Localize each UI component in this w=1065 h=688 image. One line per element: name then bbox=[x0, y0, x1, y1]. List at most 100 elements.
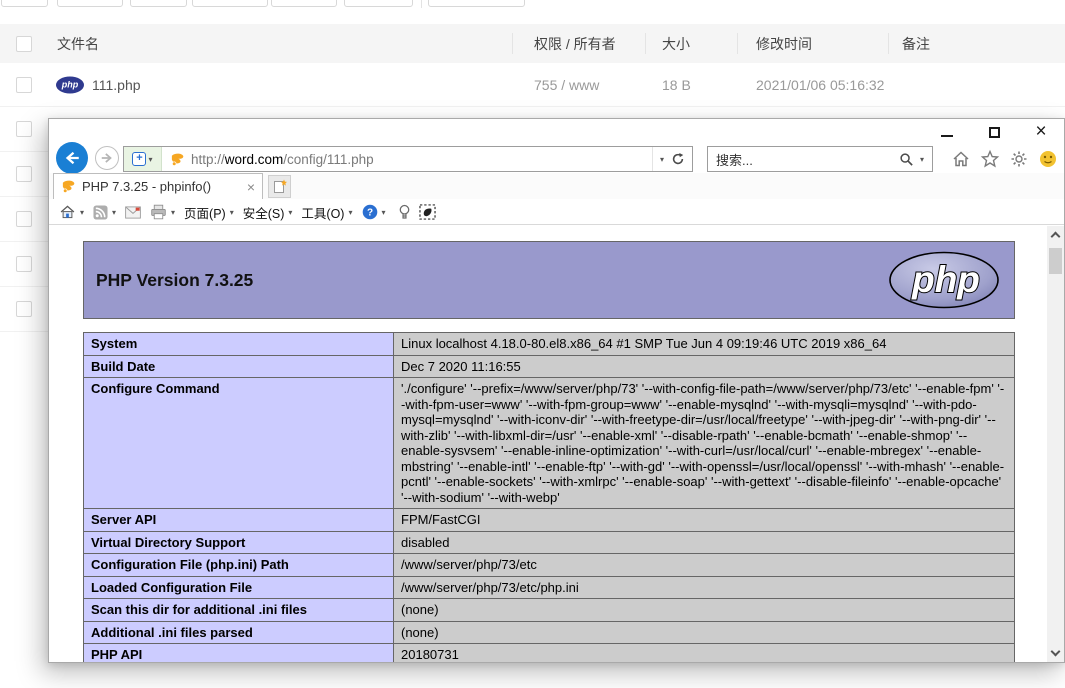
chevron-down-icon: ▾ bbox=[80, 207, 85, 217]
browser-chrome: × + ▾ http://word.com/config/111.php ▾ 搜… bbox=[49, 119, 1064, 225]
toolbar-button[interactable] bbox=[1, 0, 48, 7]
search-box[interactable]: 搜索... ▾ bbox=[707, 146, 933, 172]
row-checkbox[interactable] bbox=[16, 76, 32, 93]
site-zone-button[interactable]: + ▾ bbox=[124, 147, 162, 171]
toolbar-button[interactable] bbox=[130, 0, 187, 7]
feeds-button[interactable]: ▾ bbox=[93, 204, 116, 220]
feedback-smiley-icon[interactable] bbox=[1038, 149, 1058, 169]
row-checkbox[interactable] bbox=[16, 256, 32, 272]
snip-icon bbox=[418, 204, 436, 220]
column-divider bbox=[888, 33, 889, 54]
row-checkbox[interactable] bbox=[16, 166, 32, 182]
phpinfo-label: Configuration File (php.ini) Path bbox=[83, 553, 394, 577]
toolbar-button[interactable] bbox=[57, 0, 123, 7]
chevron-down-icon: ▾ bbox=[171, 207, 176, 217]
page-menu-label: 页面(P) bbox=[184, 206, 226, 221]
address-bar-actions: ▾ bbox=[651, 147, 692, 171]
shield-plus-icon: + bbox=[132, 152, 147, 166]
header-icons bbox=[951, 149, 1058, 169]
phpinfo-value: (none) bbox=[393, 598, 1015, 622]
close-button[interactable]: × bbox=[1034, 122, 1048, 141]
tab-bar: PHP 7.3.25 - phpinfo() × bbox=[49, 173, 1064, 199]
toolbar-search-box[interactable] bbox=[428, 0, 525, 7]
search-icon[interactable] bbox=[899, 152, 914, 167]
phpinfo-row: Configuration File (php.ini) Path/www/se… bbox=[83, 553, 1015, 577]
phpinfo-row: Virtual Directory Support disabled bbox=[83, 530, 1015, 554]
help-icon: ? bbox=[362, 204, 377, 220]
minimize-button[interactable] bbox=[940, 125, 954, 139]
toolbar-button[interactable] bbox=[271, 0, 337, 7]
vertical-scrollbar[interactable] bbox=[1047, 226, 1064, 662]
phpinfo-row: Build Date Dec 7 2020 11:16:55 bbox=[83, 354, 1015, 378]
chevron-down-icon: ▾ bbox=[288, 207, 293, 217]
file-row[interactable]: php 111.php 755 / www 18 B 2021/01/06 05… bbox=[0, 63, 1065, 107]
phpinfo-report: PHP Version 7.3.25 php System Linux loca… bbox=[83, 241, 1015, 662]
url-protocol: http:// bbox=[191, 151, 225, 167]
maximize-button[interactable] bbox=[987, 125, 1001, 139]
select-all-checkbox[interactable] bbox=[16, 35, 32, 52]
tab-close-icon[interactable]: × bbox=[247, 179, 255, 195]
tools-menu-label: 工具(O) bbox=[301, 206, 345, 221]
browser-window: × + ▾ http://word.com/config/111.php ▾ 搜… bbox=[48, 118, 1065, 663]
home-menu-button[interactable]: ▾ bbox=[59, 204, 84, 220]
new-tab-button[interactable] bbox=[268, 175, 291, 198]
search-dropdown-icon[interactable]: ▾ bbox=[920, 155, 924, 164]
tools-menu[interactable]: 工具(O) ▾ bbox=[301, 203, 352, 222]
scroll-up-button[interactable] bbox=[1047, 226, 1064, 243]
phpinfo-row: Server API FPM/FastCGI bbox=[83, 508, 1015, 532]
phpinfo-label: Scan this dir for additional .ini files bbox=[83, 598, 394, 622]
refresh-icon[interactable] bbox=[671, 152, 685, 166]
autocomplete-dropdown-icon[interactable]: ▾ bbox=[660, 155, 664, 164]
phpinfo-value: Linux localhost 4.18.0-80.el8.x86_64 #1 … bbox=[393, 332, 1015, 356]
column-header-modified: 修改时间 bbox=[756, 35, 812, 52]
tab-favicon bbox=[62, 180, 75, 193]
file-name-link[interactable]: 111.php bbox=[92, 77, 141, 93]
phpinfo-label: Loaded Configuration File bbox=[83, 575, 394, 599]
tab-phpinfo[interactable]: PHP 7.3.25 - phpinfo() × bbox=[53, 173, 263, 199]
forward-arrow-icon bbox=[101, 153, 112, 163]
favorites-star-icon[interactable] bbox=[980, 149, 1000, 169]
column-divider bbox=[645, 33, 646, 54]
forward-button[interactable] bbox=[95, 146, 119, 170]
phpinfo-value: './configure' '--prefix=/www/server/php/… bbox=[393, 377, 1015, 509]
snip-button[interactable] bbox=[418, 204, 436, 220]
toolbar-button[interactable] bbox=[344, 0, 413, 7]
scroll-down-button[interactable] bbox=[1047, 645, 1064, 662]
php-logo-text: php bbox=[911, 259, 980, 300]
home-icon bbox=[60, 205, 75, 219]
page-content: PHP Version 7.3.25 php System Linux loca… bbox=[49, 226, 1064, 662]
chevron-down-icon: ▾ bbox=[148, 154, 153, 164]
phpinfo-value: FPM/FastCGI bbox=[393, 508, 1015, 532]
address-bar[interactable]: + ▾ http://word.com/config/111.php ▾ bbox=[123, 146, 693, 172]
security-menu[interactable]: 安全(S) ▾ bbox=[243, 203, 293, 222]
search-input[interactable]: 搜索... bbox=[716, 150, 893, 169]
file-size: 18 B bbox=[662, 76, 691, 93]
toolbar-button[interactable] bbox=[192, 0, 268, 7]
row-checkbox[interactable] bbox=[16, 301, 32, 317]
row-checkbox[interactable] bbox=[16, 211, 32, 227]
back-arrow-icon bbox=[65, 151, 79, 165]
url-domain: word.com bbox=[224, 151, 284, 167]
back-button[interactable] bbox=[56, 142, 88, 174]
phpinfo-label: Configure Command bbox=[83, 377, 394, 509]
row-checkbox[interactable] bbox=[16, 121, 32, 137]
page-menu[interactable]: 页面(P) ▾ bbox=[184, 203, 234, 222]
phpinfo-title: PHP Version 7.3.25 bbox=[96, 269, 254, 290]
print-button[interactable]: ▾ bbox=[150, 204, 175, 220]
column-header-size: 大小 bbox=[662, 35, 690, 52]
column-header-permissions: 权限 / 所有者 bbox=[534, 35, 616, 52]
help-menu[interactable]: ? ▾ bbox=[362, 204, 386, 220]
security-menu-label: 安全(S) bbox=[242, 206, 285, 221]
rss-feed-icon bbox=[93, 204, 108, 220]
read-mail-button[interactable] bbox=[125, 205, 141, 219]
scrollbar-thumb[interactable] bbox=[1049, 248, 1062, 274]
accelerator-button[interactable] bbox=[399, 204, 410, 221]
phpinfo-value: /www/server/php/73/etc bbox=[393, 553, 1015, 577]
url-text[interactable]: http://word.com/config/111.php bbox=[162, 152, 652, 167]
settings-gear-icon[interactable] bbox=[1009, 149, 1029, 169]
column-divider bbox=[737, 33, 738, 54]
phpinfo-row: Loaded Configuration File/www/server/php… bbox=[83, 575, 1015, 599]
phpinfo-label: Virtual Directory Support bbox=[83, 530, 394, 554]
phpinfo-label: Additional .ini files parsed bbox=[83, 620, 394, 644]
home-icon[interactable] bbox=[951, 149, 971, 169]
